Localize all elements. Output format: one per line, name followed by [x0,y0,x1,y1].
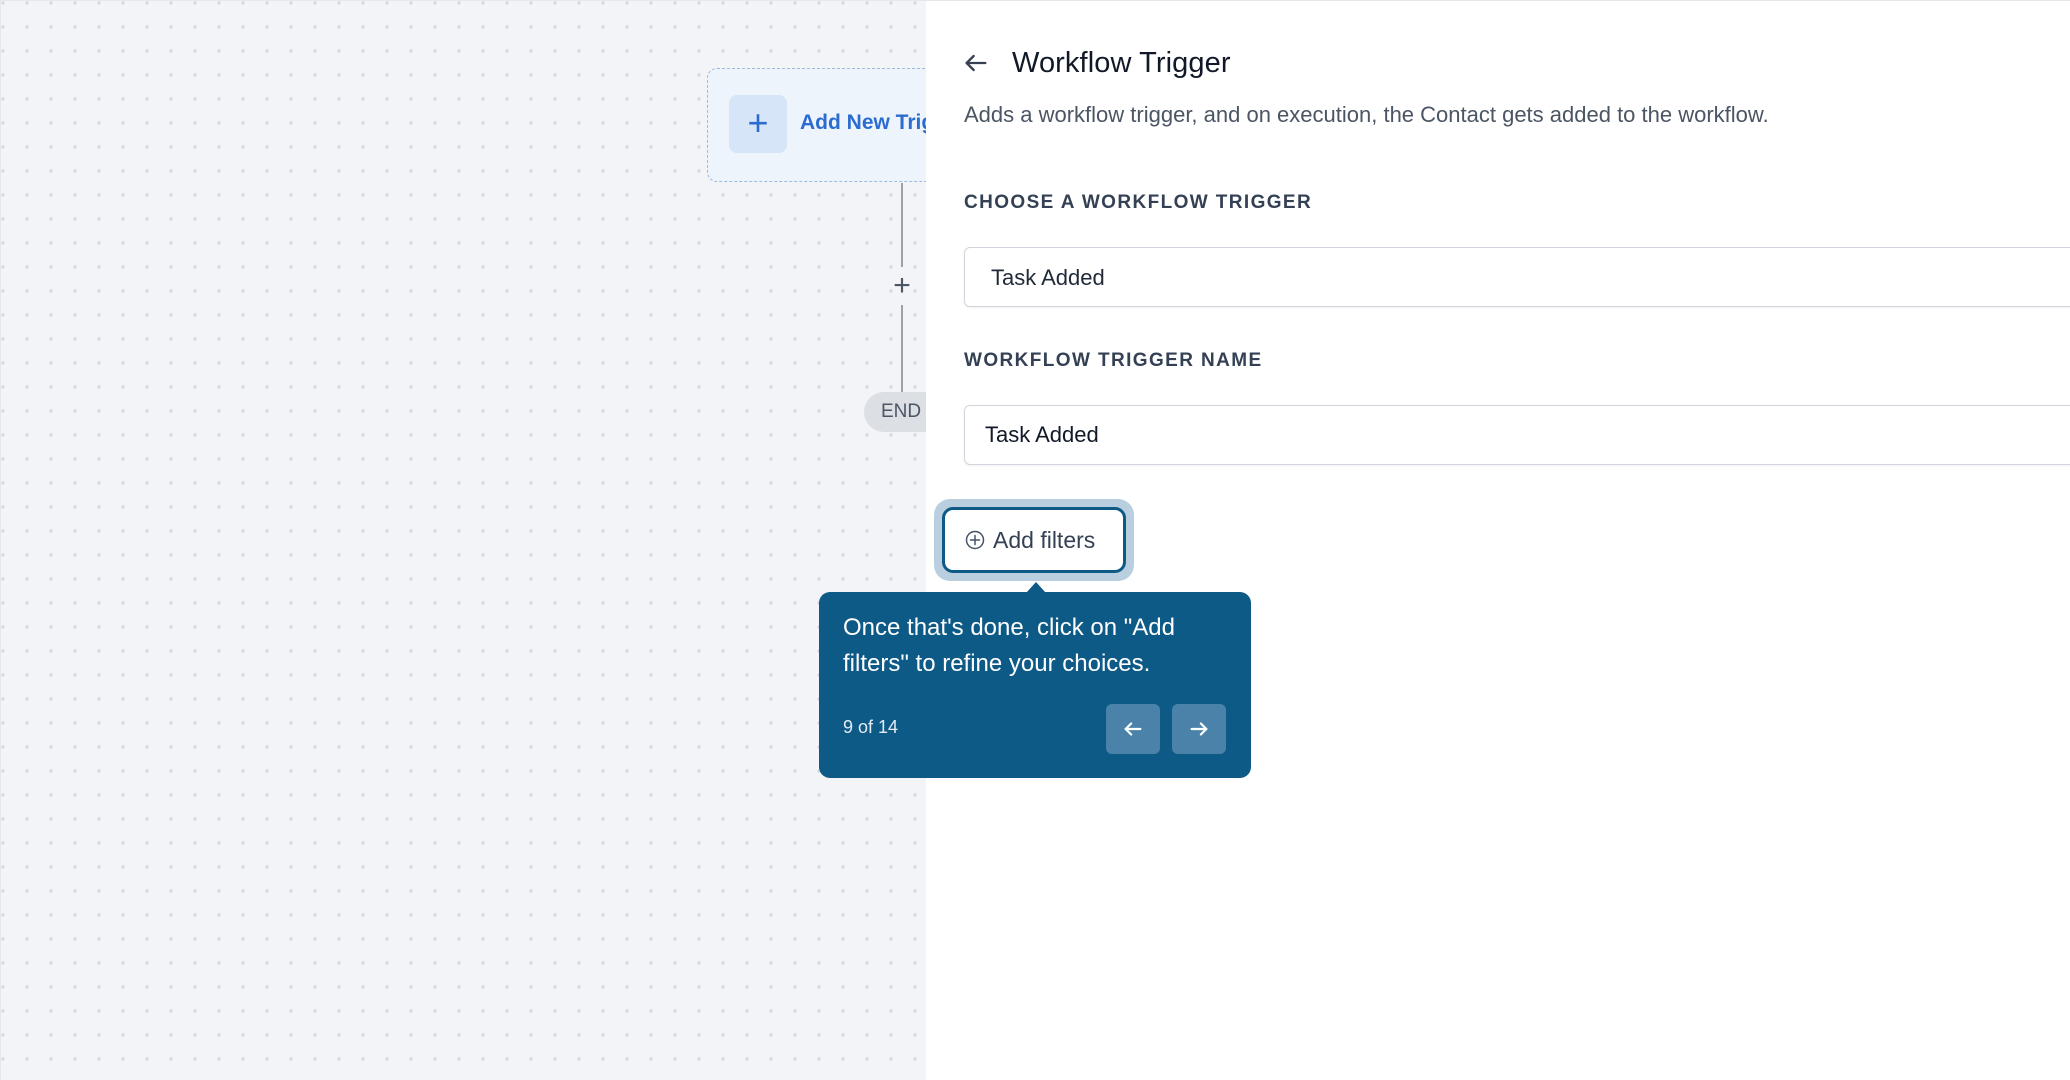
choose-trigger-label: CHOOSE A WORKFLOW TRIGGER [964,192,1313,213]
trigger-name-input[interactable] [985,406,2065,464]
trigger-name-field[interactable] [964,405,2070,465]
page-description: Adds a workflow trigger, and on executio… [964,102,1769,127]
guide-tooltip: Once that's done, click on "Add filters"… [819,592,1251,778]
trigger-select[interactable]: Task Added [964,247,2070,307]
add-step-icon[interactable]: + [887,267,917,305]
arrow-left-icon [1124,722,1142,736]
add-new-trigger-label[interactable]: Add New Trig [800,111,926,135]
trigger-name-label: WORKFLOW TRIGGER NAME [964,350,1263,371]
connector-line [901,183,903,267]
add-filters-label: Add filters [993,526,1096,553]
tooltip-prev-button[interactable] [1106,704,1160,754]
connector-line [901,305,903,395]
add-filters-button[interactable]: Add filters [942,507,1126,573]
tooltip-next-button[interactable] [1172,704,1226,754]
arrow-right-icon [1190,722,1208,736]
add-new-trigger-card[interactable]: + Add New Trig [707,68,926,182]
back-arrow-icon[interactable] [962,49,990,77]
plus-icon[interactable]: + [729,95,787,153]
tooltip-text: Once that's done, click on "Add filters"… [843,614,1175,677]
end-node: END [864,392,926,432]
workflow-canvas[interactable]: + Add New Trig + END [0,0,926,1080]
plus-circle-icon [965,530,985,550]
tooltip-step-counter: 9 of 14 [843,717,899,737]
trigger-select-value[interactable]: Task Added [991,265,1105,291]
page-title: Workflow Trigger [1012,47,1231,79]
